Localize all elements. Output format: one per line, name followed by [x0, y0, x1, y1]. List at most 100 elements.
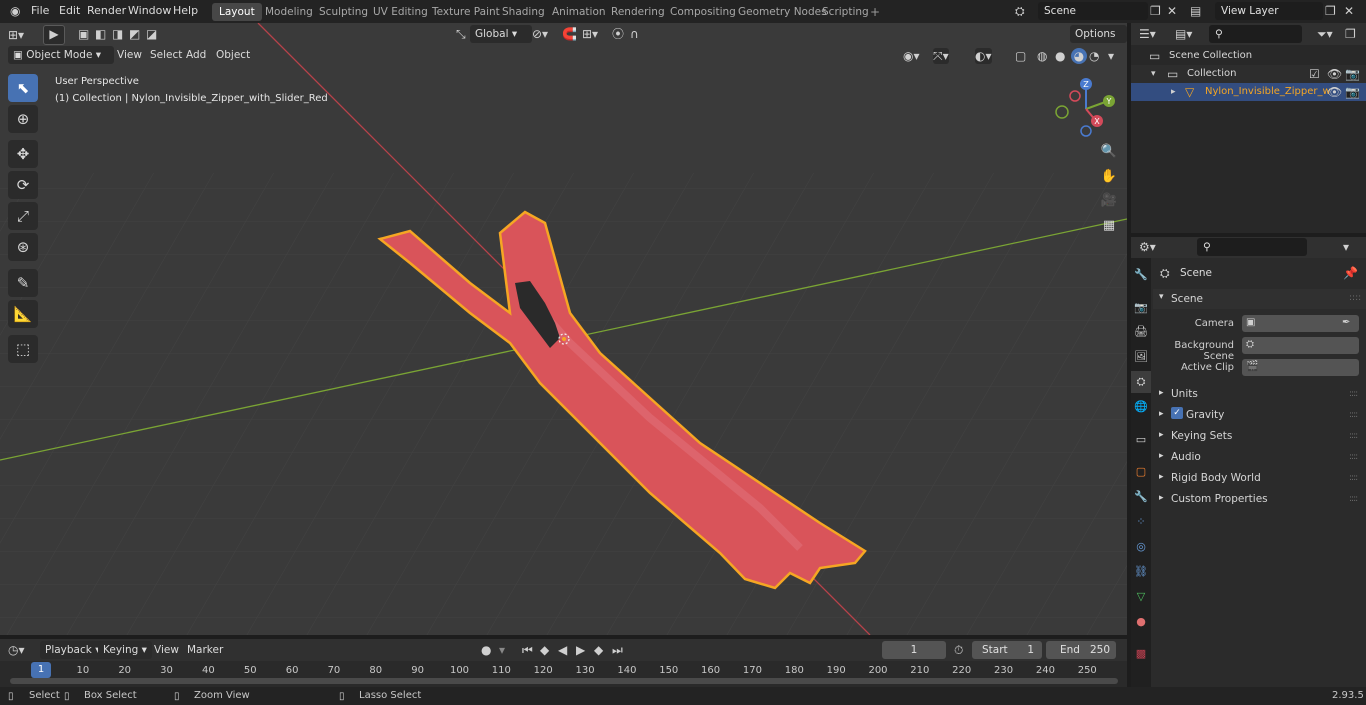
pivot-point-icon[interactable]: ⊘▾: [532, 26, 548, 42]
xray-toggle-icon[interactable]: ▢: [1015, 48, 1026, 64]
properties-editor-icon[interactable]: ⚙▾: [1139, 239, 1156, 255]
expand-icon[interactable]: ▾: [1151, 66, 1156, 82]
play-icon[interactable]: ▶: [576, 642, 585, 658]
overlay-toggle-icon[interactable]: ◐▾: [975, 48, 992, 64]
keyframe-type-icon[interactable]: ▾: [499, 642, 505, 658]
transform-tool[interactable]: ⊛: [8, 233, 38, 261]
timeline-scrollbar[interactable]: [10, 678, 1118, 684]
units-drag-icon[interactable]: ::::: [1349, 389, 1358, 399]
menu-window[interactable]: Window: [128, 4, 171, 17]
editor-type-icon[interactable]: ⊞▾: [8, 27, 24, 43]
render-tab-icon[interactable]: 📷: [1131, 297, 1151, 319]
view-layer-field[interactable]: View Layer: [1215, 2, 1323, 20]
select-mode-subtract-icon[interactable]: ◨: [112, 26, 123, 42]
object-tab-icon[interactable]: ▢: [1131, 461, 1151, 483]
outliner-editor-icon[interactable]: ☰▾: [1139, 26, 1156, 42]
scene-tab-icon[interactable]: ⛭: [1131, 371, 1151, 393]
select-mode-extend-icon[interactable]: ◧: [95, 26, 106, 42]
auto-keying-icon[interactable]: ●: [481, 642, 491, 658]
solid-shading-icon[interactable]: ●: [1055, 48, 1065, 64]
playhead[interactable]: 1: [31, 662, 51, 678]
tab-modeling[interactable]: Modeling: [258, 3, 320, 21]
add-cube-tool[interactable]: ⬚: [8, 335, 38, 363]
object-camera-icon[interactable]: 📷: [1345, 84, 1360, 100]
view-layer-tab-icon[interactable]: 🖼: [1131, 346, 1151, 368]
proportional-edit-icon[interactable]: ⦿: [612, 26, 624, 42]
outliner-object-row[interactable]: ▸ ▽ Nylon_Invisible_Zipper_w 👁 📷: [1131, 83, 1366, 101]
new-scene-icon[interactable]: ❐: [1150, 3, 1161, 19]
keying-drag-icon[interactable]: ::::: [1349, 431, 1358, 441]
outliner-search-input[interactable]: ⚲: [1209, 25, 1302, 43]
tool-tab-icon[interactable]: 🔧: [1131, 264, 1151, 286]
audio-subpanel[interactable]: ▸ Audio ::::: [1153, 447, 1366, 467]
camera-view-icon[interactable]: 🎥: [1097, 190, 1121, 212]
gravity-drag-icon[interactable]: ::::: [1349, 410, 1358, 420]
rotate-tool[interactable]: ⟳: [8, 171, 38, 199]
gravity-checkbox[interactable]: ✓: [1171, 407, 1183, 419]
select-tool-icon[interactable]: ▶: [43, 25, 65, 45]
tab-animation[interactable]: Animation: [545, 3, 613, 21]
falloff-icon[interactable]: ∩: [630, 26, 639, 42]
menu-file[interactable]: File: [31, 4, 49, 17]
blender-logo-icon[interactable]: ◉: [10, 3, 20, 19]
scene-panel-header[interactable]: ▾ Scene ::::: [1153, 289, 1366, 309]
scene-icon[interactable]: ⛭: [1015, 3, 1025, 19]
object-eye-icon[interactable]: 👁: [1327, 84, 1342, 100]
add-workspace-icon[interactable]: +: [870, 4, 880, 20]
custom-properties-subpanel[interactable]: ▸ Custom Properties ::::: [1153, 489, 1366, 509]
output-tab-icon[interactable]: 🖨: [1131, 321, 1151, 343]
select-box-tool[interactable]: ⬉: [8, 74, 38, 102]
menu-help[interactable]: Help: [173, 4, 198, 17]
snap-icon[interactable]: 🧲: [562, 26, 577, 42]
data-tab-icon[interactable]: ▽: [1131, 586, 1151, 608]
select-mode-new-icon[interactable]: ▣: [78, 26, 89, 42]
delete-scene-icon[interactable]: ✕: [1167, 3, 1177, 19]
keying-menu[interactable]: Keying ▾: [98, 641, 152, 659]
pin-icon[interactable]: 📌: [1343, 265, 1358, 281]
collection-tab-icon[interactable]: ▭: [1131, 429, 1151, 451]
viewport-menu-view[interactable]: View: [112, 46, 147, 64]
transform-orientation-icon[interactable]: ⤡: [456, 26, 466, 42]
rigid-body-world-subpanel[interactable]: ▸ Rigid Body World ::::: [1153, 468, 1366, 488]
start-frame-field[interactable]: Start 1: [972, 641, 1042, 659]
select-mode-intersect-icon[interactable]: ◪: [146, 26, 157, 42]
material-tab-icon[interactable]: ●: [1131, 611, 1151, 633]
tab-layout[interactable]: Layout: [212, 3, 262, 21]
material-shading-icon[interactable]: ◕: [1071, 48, 1087, 64]
ortho-toggle-icon[interactable]: ▦: [1097, 215, 1121, 237]
select-mode-invert-icon[interactable]: ◩: [129, 26, 140, 42]
menu-render[interactable]: Render: [87, 4, 126, 17]
end-frame-field[interactable]: End 250: [1046, 641, 1116, 659]
outliner-scene-collection[interactable]: ▭ Scene Collection: [1131, 47, 1366, 65]
world-tab-icon[interactable]: 🌐: [1131, 396, 1151, 418]
move-tool[interactable]: ✥: [8, 140, 38, 168]
particles-tab-icon[interactable]: ⁘: [1131, 511, 1151, 533]
background-scene-field[interactable]: ⛭: [1242, 337, 1359, 354]
3d-viewport[interactable]: ⊞▾ ▶ ▣ ◧ ◨ ◩ ◪ ⤡ Global ▾ ⊘▾ 🧲 ⊞▾ ⦿ ∩ Op…: [0, 23, 1127, 635]
transform-orientation-dropdown[interactable]: Global ▾: [470, 25, 532, 43]
visibility-filter-icon[interactable]: ◉▾: [903, 48, 920, 64]
outliner-collection[interactable]: ▾ ▭ Collection ☑ 👁 📷: [1131, 65, 1366, 83]
new-view-layer-icon[interactable]: ❐: [1325, 3, 1336, 19]
options-dropdown[interactable]: Options ▾: [1070, 25, 1127, 58]
tab-scripting[interactable]: Scripting: [815, 3, 876, 21]
mode-dropdown[interactable]: ▣ Object Mode ▾: [8, 46, 114, 64]
navigation-gizmo[interactable]: Z Y X: [1052, 73, 1122, 143]
new-collection-icon[interactable]: ❐: [1345, 26, 1356, 42]
rendered-shading-icon[interactable]: ◔: [1089, 48, 1099, 64]
delete-view-layer-icon[interactable]: ✕: [1344, 3, 1354, 19]
timeline-editor-icon[interactable]: ◷▾: [8, 642, 25, 658]
tab-shading[interactable]: Shading: [495, 3, 552, 21]
eyedropper-icon[interactable]: ✒: [1342, 315, 1350, 331]
exclude-checkbox-icon[interactable]: ☑: [1309, 66, 1320, 82]
active-clip-field[interactable]: 🎬: [1242, 359, 1359, 376]
scene-field[interactable]: Scene: [1038, 2, 1148, 20]
jump-end-icon[interactable]: ⏭: [612, 642, 623, 658]
scale-tool[interactable]: ⤢: [8, 202, 38, 230]
gravity-subpanel[interactable]: ▸ ✓ Gravity ::::: [1153, 405, 1366, 425]
view-layer-icon[interactable]: ▤: [1190, 3, 1201, 19]
physics-tab-icon[interactable]: ◎: [1131, 536, 1151, 558]
preview-range-icon[interactable]: ⏱: [954, 642, 963, 658]
menu-edit[interactable]: Edit: [59, 4, 80, 17]
expand-object-icon[interactable]: ▸: [1171, 84, 1176, 100]
